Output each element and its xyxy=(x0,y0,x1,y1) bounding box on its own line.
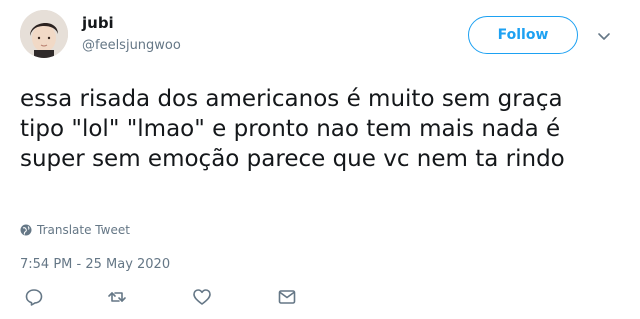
envelope-icon[interactable] xyxy=(276,286,298,308)
translate-label: Translate Tweet xyxy=(37,223,130,237)
user-handle[interactable]: @feelsjungwoo xyxy=(82,38,181,54)
heart-icon[interactable] xyxy=(191,286,213,308)
tweet-timestamp[interactable]: 7:54 PM - 25 May 2020 xyxy=(20,257,170,273)
tweet-card: jubi @feelsjungwoo Follow essa risada do… xyxy=(0,0,640,319)
follow-button[interactable]: Follow xyxy=(468,16,578,54)
translate-tweet-link[interactable]: Translate Tweet xyxy=(20,223,130,237)
reply-icon[interactable] xyxy=(23,286,45,308)
chevron-down-icon[interactable] xyxy=(596,28,612,44)
avatar[interactable] xyxy=(20,10,68,58)
tweet-actions xyxy=(20,286,320,308)
tweet-text: essa risada dos americanos é muito sem g… xyxy=(20,86,565,172)
retweet-icon[interactable] xyxy=(106,286,128,308)
display-name[interactable]: jubi xyxy=(82,14,114,32)
globe-icon xyxy=(20,224,32,236)
